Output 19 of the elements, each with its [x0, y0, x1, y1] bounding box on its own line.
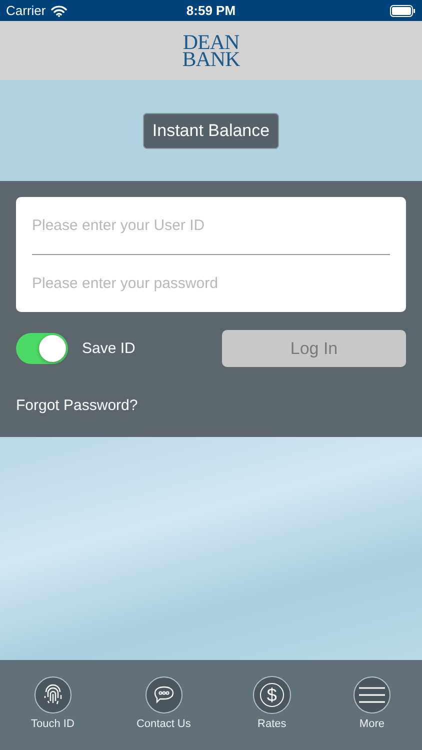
save-id-label: Save ID	[82, 340, 136, 357]
dollar-icon: $	[252, 676, 291, 714]
chat-bubble-icon	[144, 676, 183, 714]
tab-item[interactable]: Contact Us	[136, 676, 191, 730]
forgot-password-link[interactable]: Forgot Password?	[16, 397, 138, 414]
password-field[interactable]: Please enter your password	[16, 255, 406, 312]
user-id-field[interactable]: Please enter your User ID	[16, 197, 406, 254]
battery-icon	[390, 4, 416, 16]
wifi-icon	[50, 4, 67, 16]
tab-item[interactable]: More	[352, 676, 391, 730]
status-time: 8:59 PM	[186, 3, 236, 18]
save-id-toggle[interactable]	[16, 333, 68, 364]
instant-balance-button[interactable]: Instant Balance	[143, 112, 279, 148]
bank-logo: DEAN BANK	[182, 34, 240, 68]
tab-item[interactable]: Touch ID	[31, 676, 74, 730]
menu-icon	[352, 676, 391, 714]
tab-item[interactable]: $ Rates	[252, 676, 291, 730]
fingerprint-icon	[34, 676, 72, 714]
carrier-name: Carrier	[6, 3, 46, 18]
